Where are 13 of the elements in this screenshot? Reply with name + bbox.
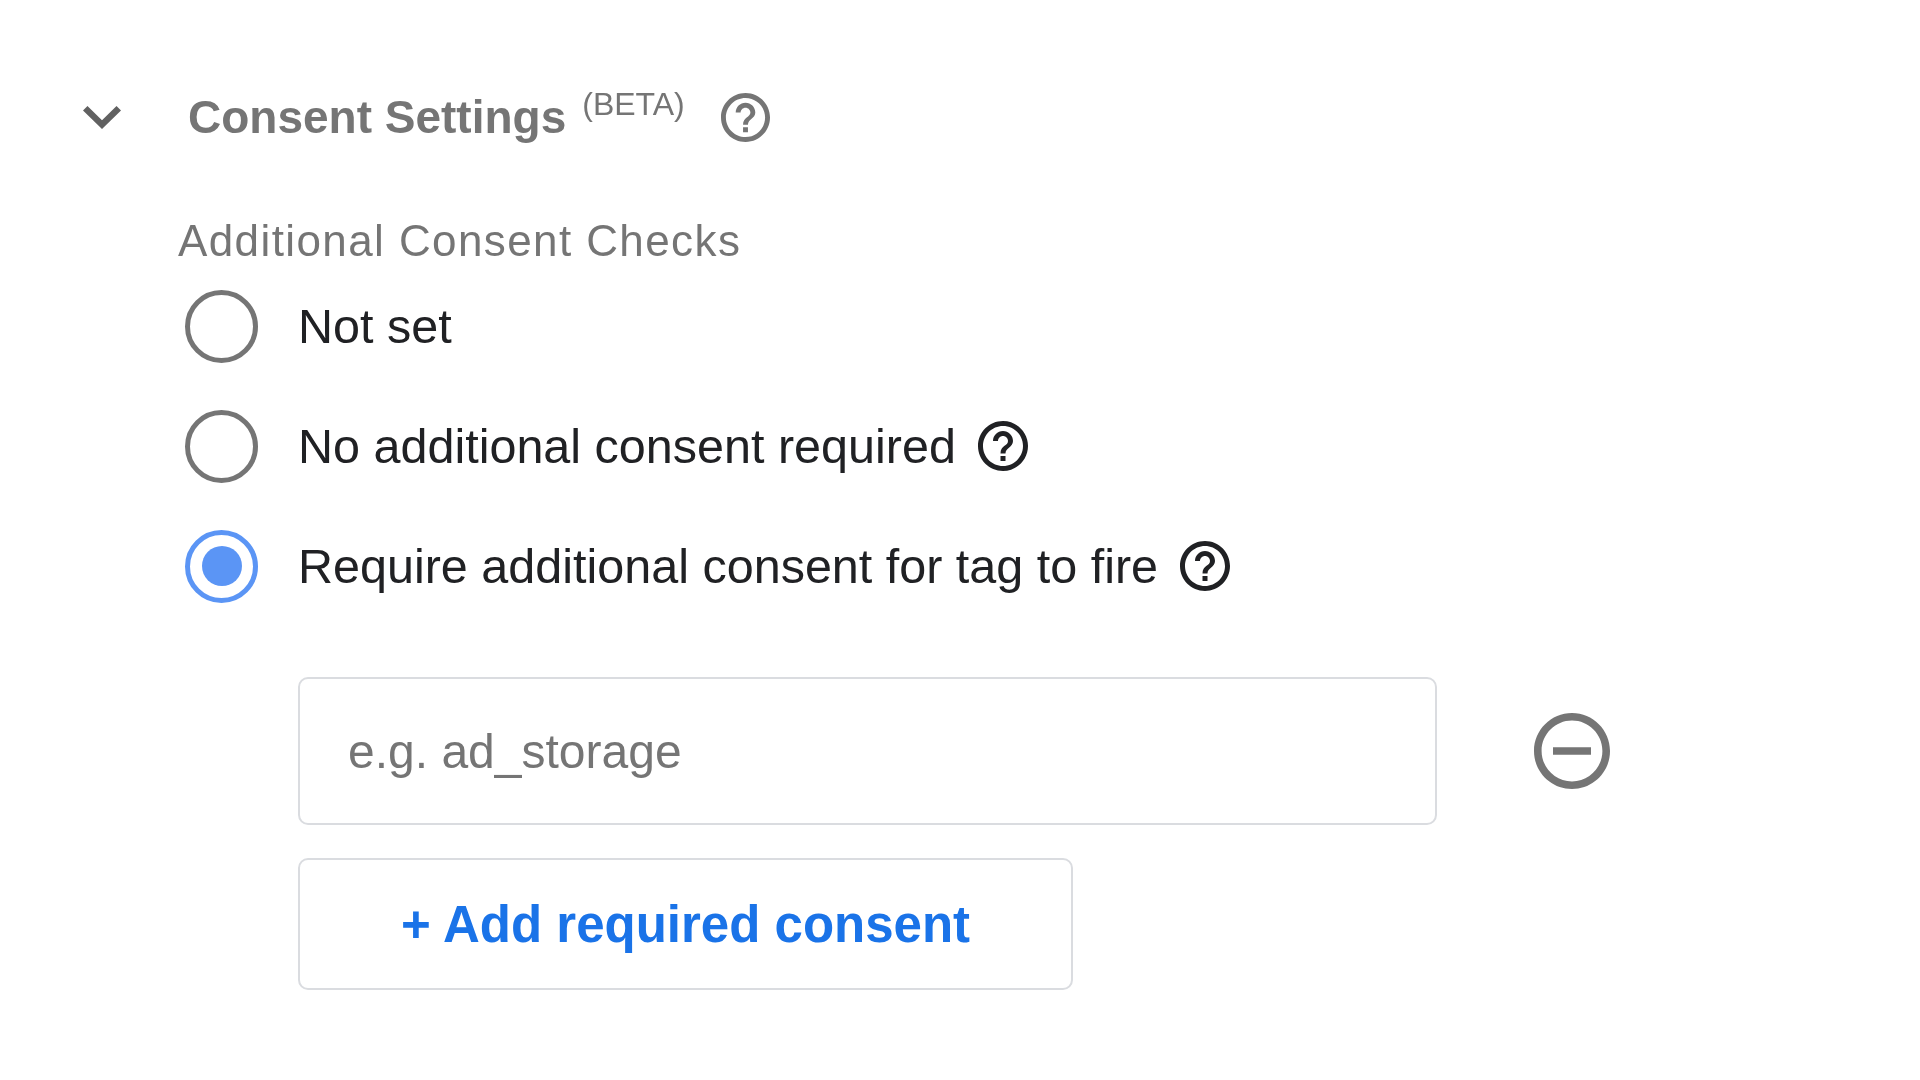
help-icon[interactable] [1180, 541, 1231, 591]
option-label: No additional consent required [298, 421, 956, 471]
beta-label: (BETA) [582, 88, 685, 120]
group-label: Additional Consent Checks [178, 219, 742, 263]
add-consent-button[interactable]: + Add required consent [298, 858, 1073, 990]
chevron-icon[interactable] [83, 105, 121, 129]
radio-button[interactable] [185, 289, 258, 363]
radio-button[interactable] [185, 409, 258, 483]
help-icon[interactable] [977, 421, 1028, 471]
option-label: Require additional consent for tag to fire [298, 541, 1159, 591]
consent-input-field[interactable]: e.g. ad_storage [298, 677, 1437, 825]
radio-button[interactable] [185, 529, 258, 603]
option-label: Not set [298, 301, 452, 351]
